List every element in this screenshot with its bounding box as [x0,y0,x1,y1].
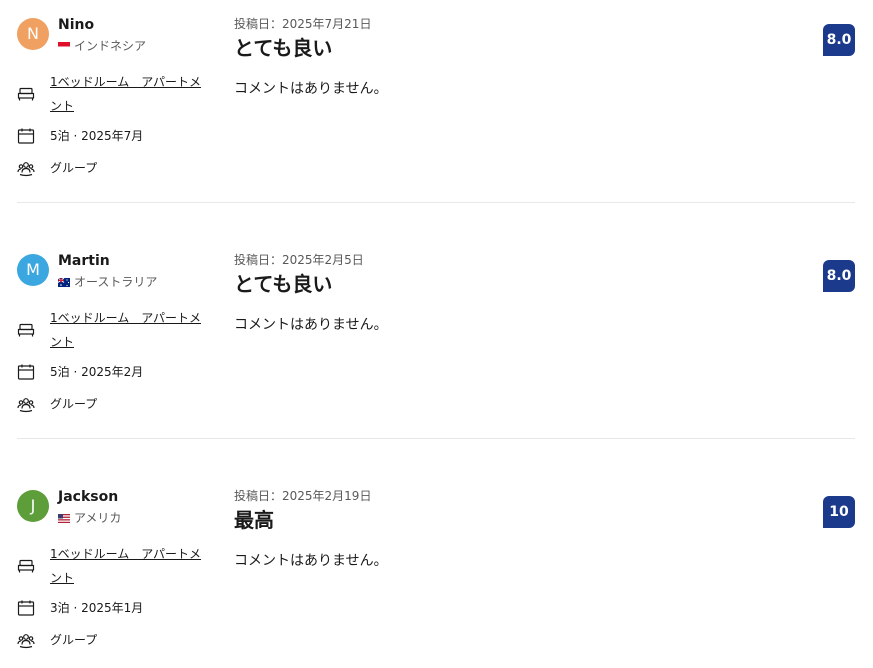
reviewer-name: Martin [58,253,110,269]
room-type-link[interactable]: 1ベッドルーム アパートメント [50,542,210,590]
bed-icon [17,85,35,103]
reviewer-name: Nino [58,17,95,33]
posted-date: 投稿日：2025年7月21日 [234,17,372,31]
stay-row: 3泊 · 2025年1月 [17,599,143,617]
calendar-icon [17,599,35,617]
group-icon [17,159,35,177]
stay-length: 5泊 · 2025年2月 [50,365,144,379]
traveler-type-row: グループ [17,159,97,177]
country-label: インドネシア [74,39,147,53]
group-icon [17,395,35,413]
avatar: N [17,18,49,50]
room-type-row: 1ベッドルーム アパートメント [17,542,210,590]
score-badge: 8.0 [823,260,855,292]
traveler-type-row: グループ [17,395,97,413]
room-type-row: 1ベッドルーム アパートメント [17,70,210,118]
reviewer-name: Jackson [58,489,119,505]
traveler-type-row: グループ [17,631,97,649]
room-type-link[interactable]: 1ベッドルーム アパートメント [50,70,210,118]
review-card: N Nino インドネシア 1ベッドルーム アパートメント 5泊 · 2025年… [17,14,855,204]
score-badge: 10 [823,496,855,528]
calendar-icon [17,363,35,381]
score-badge: 8.0 [823,24,855,56]
usa-flag-icon [58,513,70,523]
australia-flag-icon [58,277,70,287]
room-type-row: 1ベッドルーム アパートメント [17,306,210,354]
bed-icon [17,557,35,575]
room-type-link[interactable]: 1ベッドルーム アパートメント [50,306,210,354]
stay-row: 5泊 · 2025年2月 [17,363,143,381]
reviewer-country: インドネシア [58,38,146,54]
traveler-type: グループ [50,633,98,647]
review-title: 最高 [234,508,274,532]
indonesia-flag-icon [58,41,70,51]
country-label: オーストラリア [74,275,158,289]
calendar-icon [17,127,35,145]
avatar: J [17,490,49,522]
posted-date: 投稿日：2025年2月5日 [234,253,364,267]
stay-length: 3泊 · 2025年1月 [50,601,144,615]
reviewer-country: アメリカ [58,510,121,526]
avatar: M [17,254,49,286]
review-comment: コメントはありません。 [234,317,388,333]
reviewer-country: オーストラリア [58,274,157,290]
review-card: J Jackson アメリカ 1ベッドルーム アパートメント 3泊 · 2025… [17,486,855,668]
divider [17,438,855,439]
review-comment: コメントはありません。 [234,81,388,97]
review-comment: コメントはありません。 [234,553,388,569]
review-list: N Nino インドネシア 1ベッドルーム アパートメント 5泊 · 2025年… [0,0,873,668]
review-card: M Martin オーストラリア 1ベッドルーム アパートメント 5泊 · 20… [17,250,855,440]
posted-date: 投稿日：2025年2月19日 [234,489,372,503]
stay-length: 5泊 · 2025年7月 [50,129,144,143]
stay-row: 5泊 · 2025年7月 [17,127,143,145]
traveler-type: グループ [50,397,98,411]
divider [17,202,855,203]
traveler-type: グループ [50,161,98,175]
review-title: とても良い [234,272,333,296]
bed-icon [17,321,35,339]
review-title: とても良い [234,36,333,60]
group-icon [17,631,35,649]
country-label: アメリカ [74,511,122,525]
